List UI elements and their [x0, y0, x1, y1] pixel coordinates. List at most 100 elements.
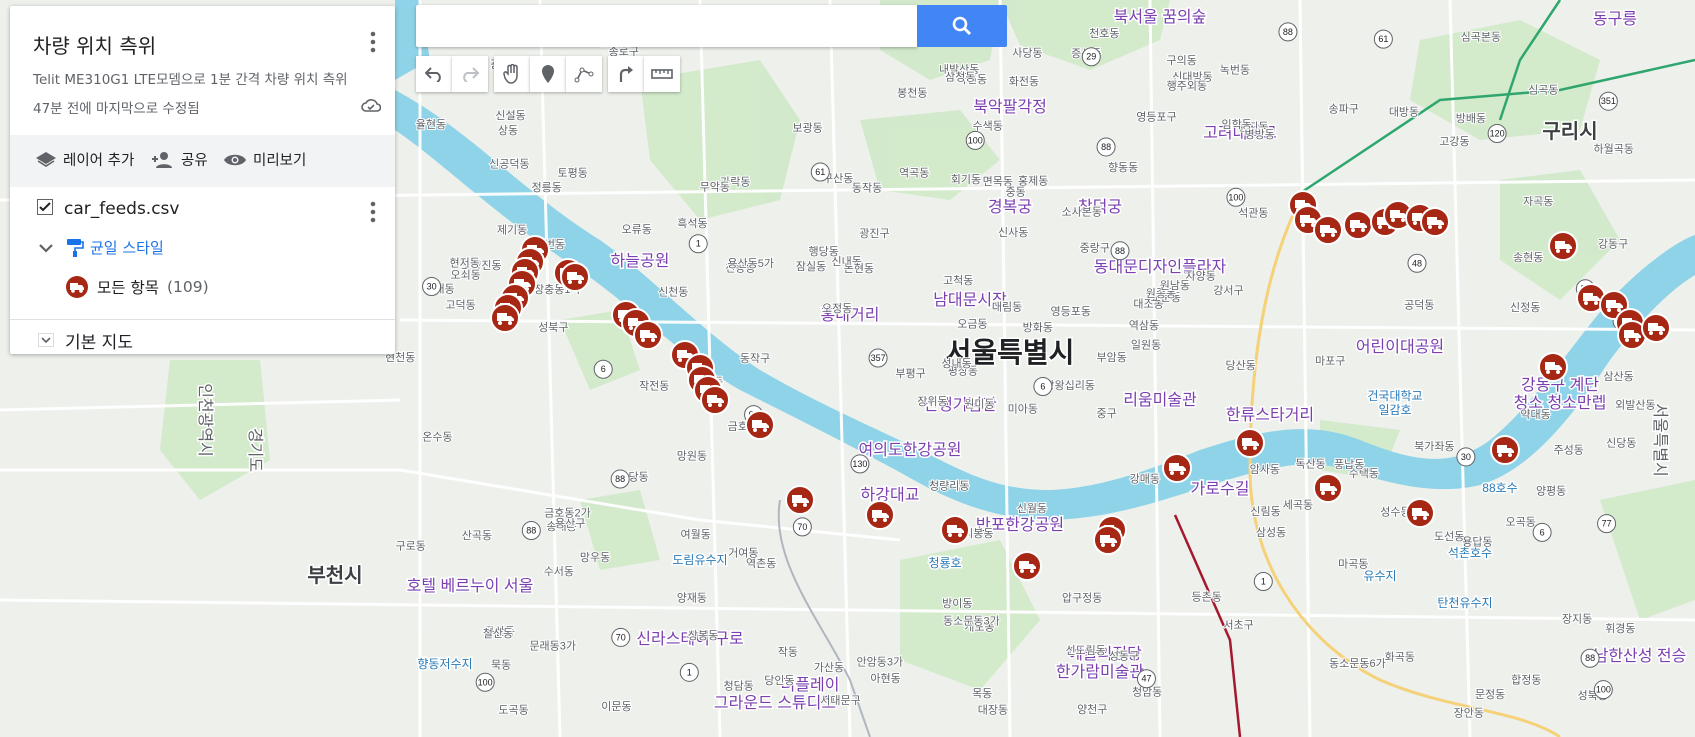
layer-visibility-checkbox[interactable]	[37, 199, 53, 215]
map-label: 오류동	[621, 223, 651, 236]
map-label: 작전동	[639, 379, 669, 392]
road-shield: 1	[1253, 571, 1273, 591]
hand-icon	[503, 64, 518, 84]
base-map-section[interactable]: 기본 지도	[10, 319, 395, 354]
map-description[interactable]: Telit ME310G1 LTE모뎀으로 1분 간격 차량 위치 측위	[33, 68, 348, 88]
car-marker-icon	[66, 276, 88, 298]
directions-button[interactable]	[608, 56, 644, 92]
car-location-marker[interactable]	[865, 500, 895, 530]
search-icon	[952, 16, 972, 36]
car-location-marker[interactable]	[1641, 313, 1671, 343]
map-label: 화곡동	[1385, 650, 1415, 663]
pan-tool-button[interactable]	[494, 56, 530, 92]
map-title[interactable]: 차량 위치 측위	[33, 30, 156, 59]
map-label: 방이동	[942, 597, 972, 610]
svg-text:6: 6	[601, 364, 606, 374]
car-location-marker[interactable]	[1162, 453, 1192, 483]
draw-line-button[interactable]	[566, 56, 602, 92]
svg-text:70: 70	[616, 632, 626, 642]
car-location-marker[interactable]	[1012, 551, 1042, 581]
add-layer-button[interactable]: 레이어 추가	[35, 149, 134, 170]
car-location-marker[interactable]	[1313, 215, 1343, 245]
map-label: 동작동	[852, 182, 882, 195]
measure-button[interactable]	[644, 56, 680, 92]
map-label: 자양동	[1186, 269, 1216, 282]
layer-name[interactable]: car_feeds.csv	[64, 199, 179, 219]
map-label: 철산동	[483, 627, 513, 640]
road-shield: 351	[1598, 91, 1618, 111]
svg-text:30: 30	[1461, 452, 1471, 462]
search-input[interactable]	[426, 5, 910, 47]
svg-text:88: 88	[1585, 653, 1595, 663]
car-location-marker[interactable]	[560, 262, 590, 292]
car-location-marker[interactable]	[1490, 435, 1520, 465]
add-person-icon	[152, 151, 172, 168]
road-shield: 357	[868, 348, 888, 368]
map-label: 남한산성 전승	[1594, 647, 1687, 665]
car-location-marker[interactable]	[1343, 210, 1373, 240]
car-location-marker[interactable]	[785, 485, 815, 515]
car-location-marker[interactable]	[700, 385, 730, 415]
base-map-label: 기본 지도	[65, 333, 133, 353]
car-location-marker[interactable]	[1405, 498, 1435, 528]
road-shield: 100	[1226, 187, 1246, 207]
map-label: 흑석동	[677, 216, 707, 230]
car-location-marker[interactable]	[1313, 473, 1343, 503]
map-label: 소사본동	[1062, 205, 1102, 218]
map-label: 동작구	[740, 352, 770, 365]
map-label: 서초구	[1223, 619, 1253, 632]
car-location-marker[interactable]	[1093, 525, 1123, 555]
map-label: 논현동	[844, 262, 874, 275]
car-location-marker[interactable]	[745, 410, 775, 440]
map-label: 자곡동	[1523, 195, 1553, 208]
map-label: 동소문동3가	[943, 615, 1000, 628]
car-location-marker[interactable]	[1548, 231, 1578, 261]
road-shield: 30	[422, 277, 442, 297]
road-shield: 70	[792, 517, 812, 537]
map-label: 고척동	[943, 274, 973, 287]
road-shield: 88	[610, 469, 630, 489]
map-label: 행주외동	[1167, 80, 1207, 93]
add-marker-button[interactable]	[530, 56, 566, 92]
map-label: 송현동	[1513, 251, 1543, 264]
car-location-marker[interactable]	[1538, 352, 1568, 382]
map-label: 광진구	[859, 227, 889, 240]
map-label: 묵동	[491, 658, 511, 671]
map-label: 목동	[972, 687, 992, 700]
car-location-marker[interactable]	[633, 320, 663, 350]
map-label: 대림동	[992, 300, 1022, 313]
all-items-row[interactable]: 모든 항목 (109)	[65, 275, 209, 299]
collapse-chevron-icon[interactable]	[38, 239, 54, 258]
map-label: 리움미술관	[1123, 391, 1197, 409]
road-shield: 47	[1136, 669, 1156, 689]
layer-section: car_feeds.csv 균일 스타일 모든 항목 (109)	[10, 187, 395, 319]
map-label: 마곡동	[1338, 558, 1368, 571]
map-label: 잠실동	[796, 260, 826, 273]
car-location-marker[interactable]	[490, 303, 520, 333]
preview-button[interactable]: 미리보기	[223, 149, 306, 170]
car-location-marker[interactable]	[1235, 428, 1265, 458]
add-layer-label: 레이어 추가	[63, 153, 135, 169]
map-label: 중동	[1006, 186, 1026, 198]
road-shield: 120	[1487, 123, 1507, 143]
map-label: 인천광역시	[196, 383, 214, 457]
map-label: 율현동	[416, 118, 446, 131]
svg-text:1: 1	[1261, 576, 1266, 586]
search-button[interactable]	[917, 5, 1007, 47]
more-options-icon[interactable]	[363, 28, 383, 56]
road-shield: 29	[1081, 47, 1101, 67]
share-button[interactable]: 공유	[151, 149, 208, 170]
redo-button[interactable]	[452, 56, 488, 92]
car-location-marker[interactable]	[1420, 207, 1450, 237]
map-label: 역삼동	[1129, 319, 1159, 332]
undo-button[interactable]	[416, 56, 452, 92]
layer-options-icon[interactable]	[365, 199, 381, 229]
base-map-chevron-icon[interactable]	[38, 332, 54, 351]
map-label: 암사동	[1250, 463, 1280, 476]
layer-style-link[interactable]: 균일 스타일	[66, 237, 164, 258]
layers-icon	[36, 151, 56, 167]
car-location-marker[interactable]	[940, 515, 970, 545]
map-label: 고덕동	[445, 299, 475, 312]
road-shield: 48	[1407, 253, 1427, 273]
road-shield: 1	[688, 234, 708, 254]
